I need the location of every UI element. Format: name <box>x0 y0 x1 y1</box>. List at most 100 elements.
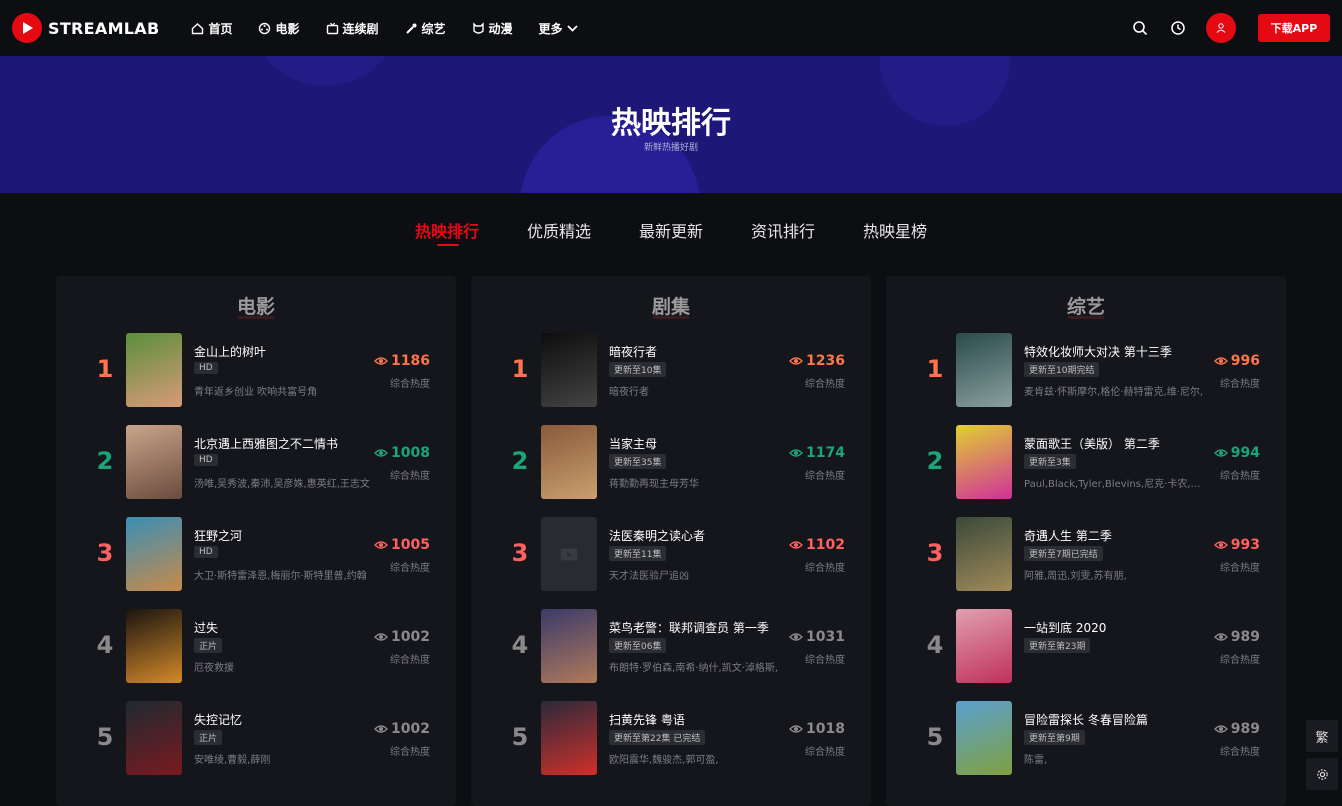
poster-thumbnail[interactable] <box>541 701 597 775</box>
brand-logo[interactable]: STREAMLAB <box>12 13 159 43</box>
item-title[interactable]: 失控记忆 <box>194 711 242 728</box>
item-title[interactable]: 暗夜行者 <box>609 343 657 360</box>
poster-thumbnail[interactable] <box>541 609 597 683</box>
item-description: 蒋勤勤再现主母芳华 <box>609 479 699 490</box>
item-title[interactable]: 菜鸟老警：联邦调查员 第一季 <box>609 619 769 636</box>
heat-label: 综合热度 <box>805 471 845 482</box>
settings-gear-icon[interactable] <box>1306 758 1338 790</box>
download-app-button[interactable]: 下载APP <box>1258 14 1330 42</box>
tab-0[interactable]: 热映排行 <box>415 218 479 246</box>
item-title[interactable]: 过失 <box>194 619 218 636</box>
item-title[interactable]: 奇遇人生 第二季 <box>1024 527 1112 544</box>
poster-thumbnail[interactable] <box>541 517 597 591</box>
rank-number: 4 <box>926 631 944 659</box>
item-title[interactable]: 冒险雷探长 冬春冒险篇 <box>1024 711 1148 728</box>
heat-score: 1002 <box>374 629 430 645</box>
nav-item-5[interactable]: 更多 <box>539 20 579 37</box>
item-title[interactable]: 特效化妆师大对决 第十三季 <box>1024 343 1172 360</box>
poster-thumbnail[interactable] <box>956 701 1012 775</box>
poster-thumbnail[interactable] <box>956 517 1012 591</box>
poster-thumbnail[interactable] <box>956 609 1012 683</box>
eye-icon <box>374 541 388 549</box>
heat-label: 综合热度 <box>1220 747 1260 758</box>
list-item[interactable]: 2 当家主母 更新至35集 蒋勤勤再现主母芳华 1174 综合热度 <box>471 425 871 501</box>
poster-thumbnail[interactable] <box>126 701 182 775</box>
rank-number: 2 <box>96 447 114 475</box>
heat-value: 1005 <box>391 537 430 553</box>
tab-4[interactable]: 热映星榜 <box>863 218 927 246</box>
user-icon <box>1216 23 1226 33</box>
nav-item-2[interactable]: 连续剧 <box>326 20 379 37</box>
item-description: 阿雅,周迅,刘雯,苏有朋, <box>1024 571 1127 582</box>
tv-icon <box>326 22 343 35</box>
history-clock-icon[interactable] <box>1168 18 1188 38</box>
heat-label: 综合热度 <box>1220 563 1260 574</box>
heat-label: 综合热度 <box>805 379 845 390</box>
heat-value: 994 <box>1230 445 1260 461</box>
list-item[interactable]: 2 蒙面歌王（美版） 第二季 更新至3集 Paul,Black,Tyler,Blevi… <box>886 425 1286 501</box>
item-title[interactable]: 法医秦明之读心者 <box>609 527 705 544</box>
rank-number: 1 <box>926 355 944 383</box>
heat-value: 1174 <box>806 445 845 461</box>
nav-item-3[interactable]: 综艺 <box>405 20 446 37</box>
poster-thumbnail[interactable] <box>541 425 597 499</box>
search-icon[interactable] <box>1130 18 1150 38</box>
poster-thumbnail[interactable] <box>541 333 597 407</box>
tab-1[interactable]: 优质精选 <box>527 218 591 246</box>
item-title[interactable]: 当家主母 <box>609 435 657 452</box>
list-item[interactable]: 2 北京遇上西雅图之不二情书 HD 汤唯,吴秀波,秦沛,吴彦姝,惠英红,王志文 1008… <box>56 425 456 501</box>
tab-3[interactable]: 资讯排行 <box>751 218 815 246</box>
heat-value: 1031 <box>806 629 845 645</box>
poster-thumbnail[interactable] <box>126 425 182 499</box>
eye-icon <box>1213 633 1228 641</box>
nav-item-0[interactable]: 首页 <box>191 20 232 37</box>
poster-thumbnail[interactable] <box>126 333 182 407</box>
item-description: Paul,Black,Tyler,Blevins,尼克·卡农,马力 <box>1024 479 1204 490</box>
nav-item-4[interactable]: 动漫 <box>472 20 513 37</box>
list-item[interactable]: 1 暗夜行者 更新至10集 暗夜行者 1236 综合热度 <box>471 333 871 409</box>
item-description: 暗夜行者 <box>609 387 649 398</box>
status-badge: HD <box>194 362 218 374</box>
page-title: 热映排行 <box>611 106 731 141</box>
top-navigation-bar: STREAMLAB 首页 电影 连续剧 综艺 动漫 更多 下载APP <box>0 0 1342 56</box>
traditional-chinese-toggle[interactable]: 繁 <box>1306 720 1338 752</box>
heat-label: 综合热度 <box>1220 379 1260 390</box>
list-item[interactable]: 3 法医秦明之读心者 更新至11集 天才法医验尸追凶 1102 综合热度 <box>471 517 871 593</box>
poster-thumbnail[interactable] <box>126 609 182 683</box>
poster-thumbnail[interactable] <box>126 517 182 591</box>
item-title[interactable]: 蒙面歌王（美版） 第二季 <box>1024 435 1160 452</box>
heat-value: 1002 <box>391 629 430 645</box>
list-item[interactable]: 5 扫黄先锋 粤语 更新至第22集 已完结 欧阳震华,魏骏杰,郭可盈, 1018 综合热度 <box>471 701 871 777</box>
item-title[interactable]: 狂野之河 <box>194 527 242 544</box>
eye-icon <box>789 541 803 549</box>
heat-label: 综合热度 <box>1220 471 1260 482</box>
item-title[interactable]: 扫黄先锋 粤语 <box>609 711 685 728</box>
list-item[interactable]: 1 特效化妆师大对决 第十三季 更新至10期完结 麦肯兹·怀斯摩尔,格伦·赫特雷克,维… <box>886 333 1286 409</box>
heat-label: 综合热度 <box>805 655 845 666</box>
list-item[interactable]: 1 金山上的树叶 HD 青年返乡创业 吹响共富号角 1186 综合热度 <box>56 333 456 409</box>
heat-score: 993 <box>1213 537 1260 553</box>
user-avatar-button[interactable] <box>1206 13 1236 43</box>
item-title[interactable]: 北京遇上西雅图之不二情书 <box>194 435 338 452</box>
list-item[interactable]: 3 狂野之河 HD 大卫·斯特雷泽恩,梅丽尔·斯特里普,约翰 1005 综合热度 <box>56 517 456 593</box>
nav-item-label: 首页 <box>208 21 233 36</box>
nav-item-label: 动漫 <box>488 21 513 36</box>
heat-label: 综合热度 <box>805 563 845 574</box>
list-item[interactable]: 5 失控记忆 正片 安唯绫,曹毅,薛刚 1002 综合热度 <box>56 701 456 777</box>
item-title[interactable]: 金山上的树叶 <box>194 343 266 360</box>
poster-thumbnail[interactable] <box>956 333 1012 407</box>
nav-item-1[interactable]: 电影 <box>258 20 300 37</box>
list-item[interactable]: 4 过失 正片 厄夜救援 1002 综合热度 <box>56 609 456 685</box>
heat-score: 1018 <box>789 721 845 737</box>
poster-thumbnail[interactable] <box>956 425 1012 499</box>
list-item[interactable]: 3 奇遇人生 第二季 更新至7期已完结 阿雅,周迅,刘雯,苏有朋, 993 综合热度 <box>886 517 1286 593</box>
heat-score: 989 <box>1213 629 1260 645</box>
list-item[interactable]: 4 菜鸟老警：联邦调查员 第一季 更新至06集 布朗特·罗伯森,南希·纳什,凯文·淖格… <box>471 609 871 685</box>
item-title[interactable]: 一站到底 2020 <box>1024 619 1106 636</box>
list-item[interactable]: 4 一站到底 2020 更新至第23期 989 综合热度 <box>886 609 1286 685</box>
home-icon <box>191 22 208 35</box>
status-badge: 更新至35集 <box>609 454 667 469</box>
rank-number: 4 <box>511 631 529 659</box>
list-item[interactable]: 5 冒险雷探长 冬春冒险篇 更新至第9期 陈雷, 989 综合热度 <box>886 701 1286 777</box>
tab-2[interactable]: 最新更新 <box>639 218 703 246</box>
